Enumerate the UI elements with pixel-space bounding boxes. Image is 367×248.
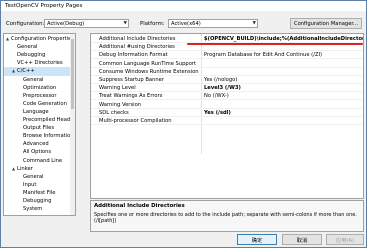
property-name: Multi-processor Compilation xyxy=(99,118,172,124)
tree-item-label: System xyxy=(23,206,43,213)
tree-item-label: C/C++ xyxy=(17,68,35,75)
property-name: Additional #using Directories xyxy=(99,44,175,51)
tree-item-label: Command Line xyxy=(23,157,63,164)
tree-item-label: General xyxy=(17,44,38,51)
tree-item-label: Preprocessor xyxy=(23,92,57,99)
property-row[interactable]: SDL checks Yes (/sdl) xyxy=(91,109,363,117)
tree-item-label: Language xyxy=(23,108,49,115)
property-row[interactable]: Warning Level Level3 (/W3) xyxy=(91,84,363,93)
settings-tree: ▲ Configuration Properties General Debuggin… xyxy=(3,33,76,216)
ok-button[interactable]: 确定 xyxy=(237,234,277,245)
tree-item-label: General xyxy=(23,173,44,180)
property-row[interactable]: Warning Version xyxy=(91,101,363,109)
property-row[interactable]: Common Language RunTime Support xyxy=(91,60,363,68)
tree-item-label: Optimization xyxy=(23,84,57,91)
property-row[interactable]: Consume Windows Runtime Extension xyxy=(91,68,363,76)
property-value[interactable]: Program Database for Edit And Continue (… xyxy=(204,52,322,58)
platform-select[interactable]: Active(x64) ▼ xyxy=(168,19,258,28)
property-value[interactable]: Level3 (/W3) xyxy=(204,85,241,91)
tree-item-label: Output Files xyxy=(23,125,55,132)
property-value[interactable]: Yes (/nologo) xyxy=(204,77,237,83)
property-row[interactable]: Treat Warnings As Errors No (/WX-) xyxy=(91,92,363,101)
description-text: Specifies one or more directories to add… xyxy=(94,212,357,225)
property-name: Suppress Startup Banner xyxy=(99,77,164,83)
tree-item-label: General xyxy=(23,76,44,83)
chevron-down-icon: ▼ xyxy=(252,21,256,26)
tree-item[interactable]: System xyxy=(4,205,75,214)
property-value[interactable]: $(OPENCV_BUILD)\include;%(AdditionalIncl… xyxy=(204,36,363,42)
configuration-value: Active(Debug) xyxy=(47,21,85,27)
tree-item-label: All Options xyxy=(23,149,52,156)
tree-item-label: VC++ Directories xyxy=(17,60,63,67)
title-bar: TestOpenCV Property Pages xyxy=(1,1,366,11)
property-value[interactable]: Yes (/sdl) xyxy=(204,110,231,116)
property-name: Additional Include Directories xyxy=(99,36,176,42)
tree-item-label: Debugging xyxy=(17,52,46,59)
property-name: Common Language RunTime Support xyxy=(99,60,197,67)
property-row[interactable]: Multi-processor Compilation xyxy=(91,117,363,125)
tree-item-label: Input xyxy=(23,181,37,188)
property-name: Warning Level xyxy=(99,85,136,92)
tree-item-label: Browse Informatio xyxy=(23,133,71,140)
apply-button[interactable]: 应用(A) xyxy=(326,234,364,245)
tree-item-label: Debugging xyxy=(23,198,52,204)
property-name: Warning Version xyxy=(99,101,142,108)
tree-item-label: Linker xyxy=(17,165,33,172)
property-value[interactable]: No (/WX-) xyxy=(204,93,229,99)
tree-item-label: Advanced xyxy=(23,141,49,148)
tree-item-label: Code Generation xyxy=(23,100,67,107)
property-grid: Additional Include Directories $(OPENCV_B… xyxy=(90,33,364,199)
property-name: Treat Warnings As Errors xyxy=(99,93,163,100)
red-underline-annotation xyxy=(187,43,363,45)
property-row[interactable]: Additional Include Directories $(OPENCV_B… xyxy=(91,35,363,43)
configuration-select[interactable]: Active(Debug) ▼ xyxy=(44,19,129,28)
property-name: Consume Windows Runtime Extension xyxy=(99,68,199,75)
description-panel: Additional Include Directories Specifies… xyxy=(90,200,364,232)
property-name: SDL checks xyxy=(99,109,129,116)
description-title: Additional Include Directories xyxy=(94,203,185,209)
tree-item-label: Manifest File xyxy=(23,189,56,196)
property-name: Debug Information Format xyxy=(99,52,168,59)
chevron-down-icon: ▼ xyxy=(123,21,127,26)
property-row[interactable]: Suppress Startup Banner Yes (/nologo) xyxy=(91,76,363,84)
tree-scrollbar[interactable] xyxy=(70,34,75,215)
platform-label: Platform: xyxy=(140,21,165,27)
cancel-button[interactable]: 取消 xyxy=(282,234,322,245)
tree-item-label: Precompiled Heade xyxy=(23,117,74,123)
configuration-label: Configuration: xyxy=(6,21,45,27)
scrollbar-thumb[interactable] xyxy=(71,39,74,109)
property-pages-dialog: TestOpenCV Property Pages Configuration:… xyxy=(0,0,367,248)
property-row[interactable]: Debug Information Format Program Database… xyxy=(91,51,363,60)
tree-item-label: Configuration Properties xyxy=(11,36,75,42)
platform-value: Active(x64) xyxy=(171,21,201,27)
configuration-manager-button[interactable]: Configuration Manager... xyxy=(290,18,362,29)
